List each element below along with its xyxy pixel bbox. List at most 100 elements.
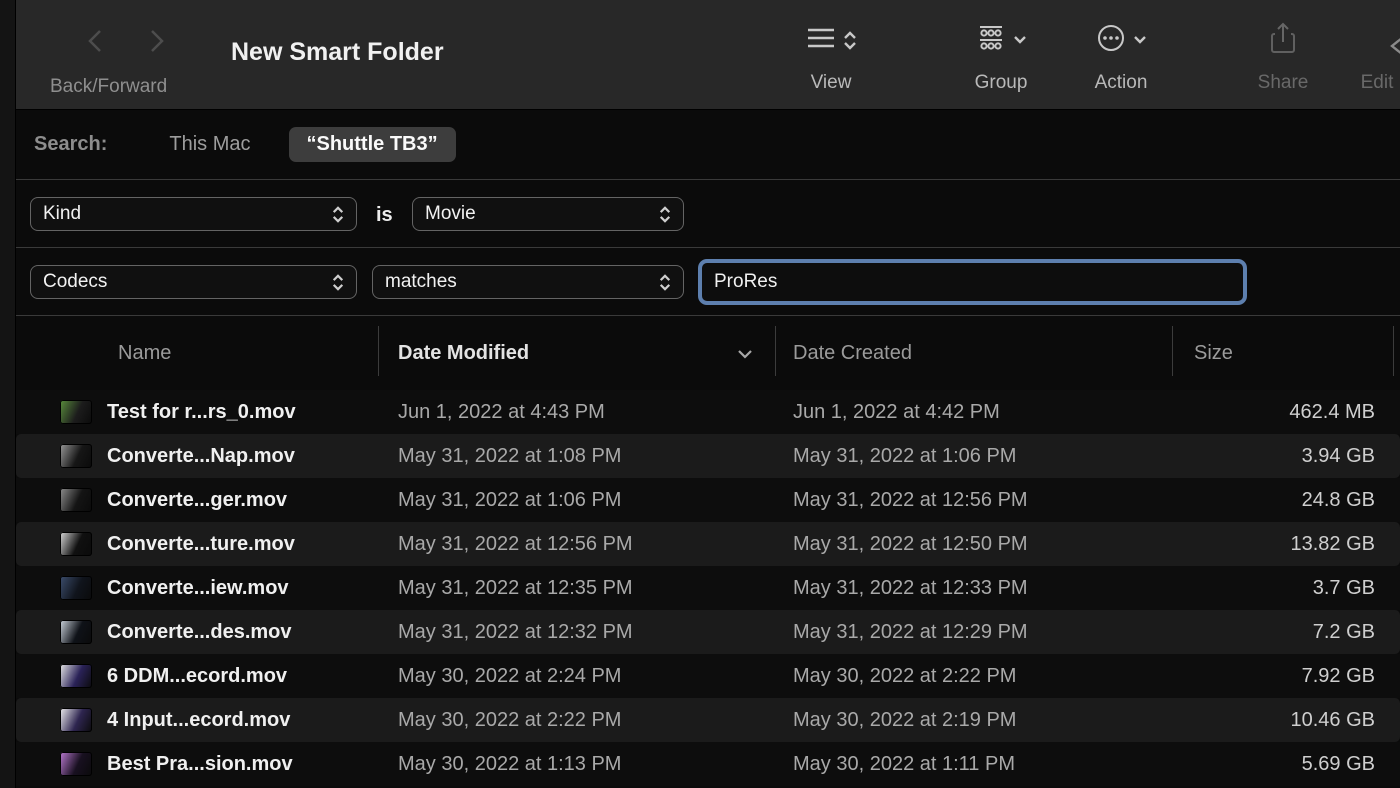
forward-button[interactable] — [140, 24, 174, 58]
file-date-created: May 30, 2022 at 2:19 PM — [775, 709, 1172, 732]
share-icon — [1270, 22, 1296, 59]
video-thumbnail-icon — [60, 444, 92, 468]
file-row[interactable]: Converte...des.mov May 31, 2022 at 12:32… — [16, 610, 1400, 654]
chevron-up-down-icon — [659, 206, 671, 223]
search-label: Search: — [34, 133, 107, 156]
window-title: New Smart Folder — [231, 38, 444, 67]
video-thumbnail-icon — [60, 620, 92, 644]
file-name: Converte...iew.mov — [107, 577, 289, 600]
video-thumbnail-icon — [60, 664, 92, 688]
file-date-modified: May 30, 2022 at 1:13 PM — [378, 753, 775, 776]
file-row[interactable]: 6 DDM...ecord.mov May 30, 2022 at 2:24 P… — [16, 654, 1400, 698]
scope-shuttle-tb3[interactable]: “Shuttle TB3” — [289, 127, 456, 162]
value-dropdown-movie[interactable]: Movie — [412, 197, 684, 231]
file-size: 7.2 GB — [1172, 621, 1400, 644]
file-size: 3.7 GB — [1172, 577, 1400, 600]
attribute-dropdown-kind[interactable]: Kind — [30, 197, 357, 231]
share-button-label: Share — [1258, 72, 1309, 94]
file-date-created: May 31, 2022 at 12:29 PM — [775, 621, 1172, 644]
file-name: Converte...ger.mov — [107, 489, 287, 512]
filter-row-codecs: Codecs matches — [16, 248, 1400, 316]
dropdown-value: Movie — [425, 203, 476, 225]
column-divider[interactable] — [378, 326, 379, 376]
file-size: 24.8 GB — [1172, 489, 1400, 512]
filter-row-kind: Kind is Movie — [16, 180, 1400, 248]
file-date-modified: May 30, 2022 at 2:24 PM — [378, 665, 775, 688]
dropdown-value: Kind — [43, 203, 81, 225]
scope-this-mac[interactable]: This Mac — [169, 133, 250, 156]
file-size: 7.92 GB — [1172, 665, 1400, 688]
column-divider[interactable] — [1172, 326, 1173, 376]
group-button-label: Group — [975, 72, 1028, 94]
edit-button-label: Edit — [1361, 72, 1394, 94]
file-size: 3.94 GB — [1172, 445, 1400, 468]
file-row[interactable]: Converte...iew.mov May 31, 2022 at 12:35… — [16, 566, 1400, 610]
column-divider[interactable] — [1393, 326, 1394, 376]
back-forward-label: Back/Forward — [50, 76, 167, 98]
attribute-dropdown-codecs[interactable]: Codecs — [30, 265, 357, 299]
video-thumbnail-icon — [60, 532, 92, 556]
column-header-date-created[interactable]: Date Created — [775, 342, 1172, 365]
file-date-modified: May 30, 2022 at 2:22 PM — [378, 709, 775, 732]
file-date-created: May 31, 2022 at 1:06 PM — [775, 445, 1172, 468]
chevron-down-icon — [1133, 31, 1147, 49]
video-thumbnail-icon — [60, 576, 92, 600]
chevron-up-down-icon — [659, 274, 671, 291]
file-size: 5.69 GB — [1172, 753, 1400, 776]
list-view-icon — [806, 26, 836, 55]
clipped-edit-icon — [1386, 26, 1400, 71]
toolbar: Back/Forward New Smart Folder View — [16, 0, 1400, 110]
dropdown-value: matches — [385, 271, 457, 293]
file-row[interactable]: Best Pra...sion.mov May 30, 2022 at 1:13… — [16, 742, 1400, 786]
video-thumbnail-icon — [60, 400, 92, 424]
file-date-created: May 31, 2022 at 12:56 PM — [775, 489, 1172, 512]
chevron-up-down-icon — [332, 274, 344, 291]
file-size: 10.46 GB — [1172, 709, 1400, 732]
file-name: Converte...Nap.mov — [107, 445, 295, 468]
column-header-name[interactable]: Name — [16, 342, 378, 365]
video-thumbnail-icon — [60, 708, 92, 732]
file-date-modified: May 31, 2022 at 12:56 PM — [378, 533, 775, 556]
file-date-created: Jun 1, 2022 at 4:42 PM — [775, 401, 1172, 424]
action-button[interactable]: Action — [1066, 22, 1176, 94]
file-date-created: May 30, 2022 at 1:11 PM — [775, 753, 1172, 776]
file-date-created: May 31, 2022 at 12:50 PM — [775, 533, 1172, 556]
sidebar-edge — [0, 0, 16, 788]
file-name: 4 Input...ecord.mov — [107, 709, 290, 732]
column-header-date-modified[interactable]: Date Modified — [378, 342, 775, 365]
file-row[interactable]: Converte...ture.mov May 31, 2022 at 12:5… — [16, 522, 1400, 566]
sort-descending-icon — [737, 342, 753, 365]
finder-window: Back/Forward New Smart Folder View — [16, 0, 1400, 788]
file-row[interactable]: 4 Input...ecord.mov May 30, 2022 at 2:22… — [16, 698, 1400, 742]
file-date-modified: Jun 1, 2022 at 4:43 PM — [378, 401, 775, 424]
file-size: 13.82 GB — [1172, 533, 1400, 556]
file-name: Test for r...rs_0.mov — [107, 401, 296, 424]
share-button[interactable]: Share — [1238, 22, 1328, 94]
file-name: Best Pra...sion.mov — [107, 753, 293, 776]
back-button[interactable] — [78, 24, 112, 58]
codec-search-input[interactable] — [698, 259, 1247, 305]
file-row[interactable]: Converte...ger.mov May 31, 2022 at 1:06 … — [16, 478, 1400, 522]
chevron-up-down-icon — [332, 206, 344, 223]
file-date-modified: May 31, 2022 at 12:35 PM — [378, 577, 775, 600]
file-size: 462.4 MB — [1172, 401, 1400, 424]
group-button[interactable]: Group — [946, 22, 1056, 94]
operator-dropdown-matches[interactable]: matches — [372, 265, 684, 299]
file-name: Converte...ture.mov — [107, 533, 295, 556]
file-row[interactable]: Converte...Nap.mov May 31, 2022 at 1:08 … — [16, 434, 1400, 478]
file-row[interactable]: Test for r...rs_0.mov Jun 1, 2022 at 4:4… — [16, 390, 1400, 434]
file-date-modified: May 31, 2022 at 1:08 PM — [378, 445, 775, 468]
list-header: Name Date Modified Date Created Size — [16, 316, 1400, 390]
column-divider[interactable] — [775, 326, 776, 376]
video-thumbnail-icon — [60, 488, 92, 512]
view-button[interactable]: View — [776, 22, 886, 94]
action-button-label: Action — [1095, 72, 1148, 94]
video-thumbnail-icon — [60, 752, 92, 776]
column-header-size[interactable]: Size — [1172, 342, 1400, 365]
file-list: Test for r...rs_0.mov Jun 1, 2022 at 4:4… — [16, 390, 1400, 786]
file-date-created: May 30, 2022 at 2:22 PM — [775, 665, 1172, 688]
connector-label: is — [376, 204, 393, 227]
column-header-label: Date Modified — [398, 342, 529, 365]
file-date-modified: May 31, 2022 at 12:32 PM — [378, 621, 775, 644]
dropdown-value: Codecs — [43, 271, 107, 293]
